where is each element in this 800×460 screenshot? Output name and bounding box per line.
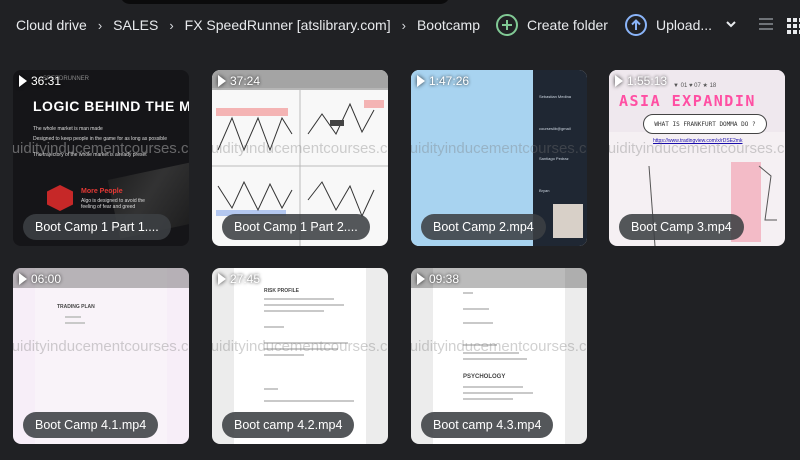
- duration-badge: 36:31: [19, 74, 61, 88]
- file-card[interactable]: SPEEDRUNNER LOGIC BEHIND THE M The whole…: [13, 70, 189, 246]
- thumb-subheading: More People: [81, 188, 123, 195]
- participant-name: Bryan: [539, 188, 550, 193]
- hexagon-logo-icon: [47, 185, 73, 211]
- duration-text: 36:31: [31, 74, 62, 88]
- watermark: liquidityinducementcourses.com: [411, 338, 587, 355]
- file-card[interactable]: ▼ 01 ♥ 07 ★ 18 ASIA EXPANDIN WHAT IS FRA…: [609, 70, 785, 246]
- watermark: liquidityinducementcourses.com: [13, 140, 189, 157]
- text-line: [264, 310, 324, 312]
- duration-text: 1:47:26: [429, 74, 470, 88]
- create-folder-button[interactable]: Create folder: [496, 12, 608, 38]
- file-card[interactable]: PSYCHOLOGY liquidityinducementcourses.co…: [411, 268, 587, 444]
- breadcrumb-sales[interactable]: SALES: [113, 17, 158, 33]
- file-card[interactable]: Sebastian Medina courseslib@gmail Santia…: [411, 70, 587, 246]
- text-line: [463, 292, 473, 294]
- upload-label: Upload...: [656, 17, 713, 33]
- file-name-label: Boot camp 4.3.mp4: [421, 412, 554, 438]
- thumb-text-line: The whole market is man made: [33, 126, 103, 132]
- chevron-down-icon[interactable]: [726, 19, 736, 31]
- play-icon: [218, 273, 226, 285]
- file-name-label: Boot Camp 2.mp4: [421, 214, 546, 240]
- duration-text: 1:55:13: [627, 74, 668, 88]
- watermark: liquidityinducementcourses.com: [212, 140, 388, 157]
- text-line: [463, 358, 527, 360]
- duration-badge: 09:38: [417, 272, 459, 286]
- play-icon: [19, 75, 27, 87]
- file-name-label: Boot camp 4.2.mp4: [222, 412, 355, 438]
- text-line: [65, 322, 85, 324]
- play-icon: [218, 75, 226, 87]
- duration-badge: 37:24: [218, 74, 260, 88]
- duration-text: 27:45: [230, 272, 261, 286]
- text-line: [463, 386, 523, 388]
- document-heading: RISK PROFILE: [264, 288, 300, 294]
- breadcrumb: Cloud drive › SALES › FX SpeedRunner [at…: [16, 0, 480, 50]
- play-icon: [19, 273, 27, 285]
- file-card[interactable]: TRADING PLAN liquidityinducementcourses.…: [13, 268, 189, 444]
- file-card[interactable]: liquidityinducementcourses.com 37:24 Boo…: [212, 70, 388, 246]
- file-name-label: Boot Camp 1 Part 2....: [222, 214, 370, 240]
- chevron-right-icon: ›: [97, 17, 103, 33]
- file-name-label: Boot Camp 1 Part 1....: [23, 214, 171, 240]
- list-view-icon[interactable]: [756, 15, 776, 35]
- watermark: liquidityinducementcourses.com: [411, 140, 587, 157]
- file-name-label: Boot Camp 4.1.mp4: [23, 412, 159, 438]
- thumb-heading: LOGIC BEHIND THE M: [33, 98, 189, 114]
- participant-name: courseslib@gmail: [539, 126, 571, 131]
- upload-button[interactable]: Upload...: [625, 12, 736, 38]
- upload-arrow-icon: [625, 14, 647, 36]
- watermark: liquidityinducementcourses.com: [13, 338, 189, 355]
- text-line: [264, 298, 334, 300]
- participant-name: Sebastian Medina: [539, 94, 572, 99]
- watermark: liquidityinducementcourses.com: [609, 140, 785, 157]
- plus-circle-icon: [496, 14, 518, 36]
- duration-badge: 06:00: [19, 272, 61, 286]
- document-heading: PSYCHOLOGY: [463, 374, 506, 380]
- breadcrumb-cloud-drive[interactable]: Cloud drive: [16, 17, 87, 33]
- toolbar: Cloud drive › SALES › FX SpeedRunner [at…: [0, 0, 800, 50]
- text-line: [264, 304, 344, 306]
- text-line: [463, 322, 493, 324]
- thumb-text-line: Algo is designed to avoid the feeling of…: [81, 198, 145, 210]
- play-icon: [417, 273, 425, 285]
- text-line: [463, 398, 513, 400]
- duration-text: 06:00: [31, 272, 62, 286]
- text-line: [463, 308, 489, 310]
- play-icon: [615, 75, 623, 87]
- chevron-right-icon: ›: [169, 17, 174, 33]
- text-line: [264, 388, 278, 390]
- duration-badge: 27:45: [218, 272, 260, 286]
- text-line: [264, 400, 354, 402]
- duration-text: 37:24: [230, 74, 261, 88]
- watermark: liquidityinducementcourses.com: [212, 338, 388, 355]
- play-icon: [417, 75, 425, 87]
- file-card[interactable]: RISK PROFILE liquidityinducementcourses.…: [212, 268, 388, 444]
- duration-badge: 1:55:13: [615, 74, 667, 88]
- grid-view-icon[interactable]: [784, 15, 800, 35]
- webcam-tile: [553, 204, 583, 238]
- text-line: [65, 316, 81, 318]
- duration-badge: 1:47:26: [417, 74, 469, 88]
- text-line: [463, 392, 533, 394]
- text-line: [264, 326, 284, 328]
- create-folder-label: Create folder: [527, 17, 608, 33]
- breadcrumb-fx-speedrunner[interactable]: FX SpeedRunner [atslibrary.com]: [185, 17, 391, 33]
- duration-text: 09:38: [429, 272, 460, 286]
- document-heading: TRADING PLAN: [57, 304, 95, 310]
- file-name-label: Boot Camp 3.mp4: [619, 214, 744, 240]
- chevron-right-icon: ›: [401, 17, 406, 33]
- breadcrumb-bootcamp[interactable]: Bootcamp: [417, 17, 480, 33]
